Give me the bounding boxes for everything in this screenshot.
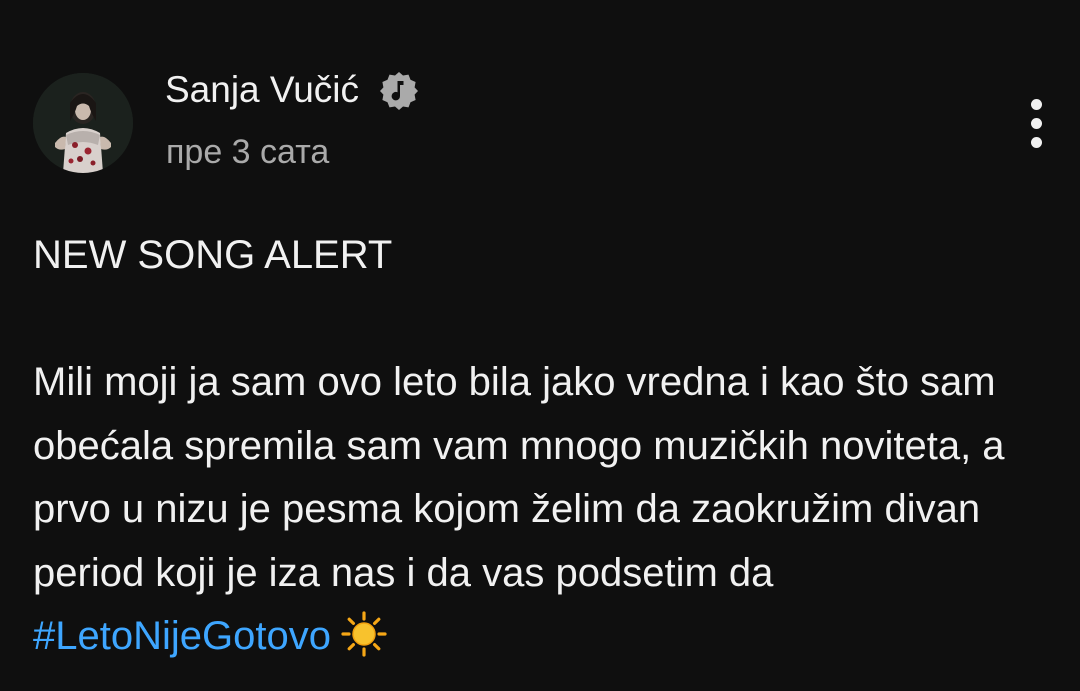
post-body: NEW SONG ALERT Mili moji ja sam ovo leto… bbox=[33, 224, 1053, 669]
more-vert-icon-dot bbox=[1030, 117, 1042, 129]
post-headline: NEW SONG ALERT bbox=[33, 233, 393, 277]
hashtag-link[interactable]: #LetoNijeGotovo bbox=[33, 614, 331, 658]
sun-emoji-icon bbox=[341, 611, 387, 657]
post-paragraph-text: Mili moji ja sam ovo leto bila jako vred… bbox=[33, 360, 1005, 595]
avatar[interactable] bbox=[33, 73, 133, 173]
avatar-photo bbox=[33, 73, 133, 173]
author-name[interactable]: Sanja Vučić bbox=[165, 68, 359, 112]
more-vert-icon-dot bbox=[1030, 136, 1042, 148]
more-vert-icon bbox=[1030, 98, 1042, 110]
community-post: Sanja Vučić пре 3 сата NEW SONG ALERT Mi… bbox=[0, 0, 1080, 691]
more-options-button[interactable] bbox=[1012, 96, 1060, 150]
post-paragraph: Mili moji ja sam ovo leto bila jako vred… bbox=[33, 351, 1053, 669]
verified-music-note-icon bbox=[380, 72, 418, 110]
post-timestamp: пре 3 сата bbox=[166, 133, 330, 171]
